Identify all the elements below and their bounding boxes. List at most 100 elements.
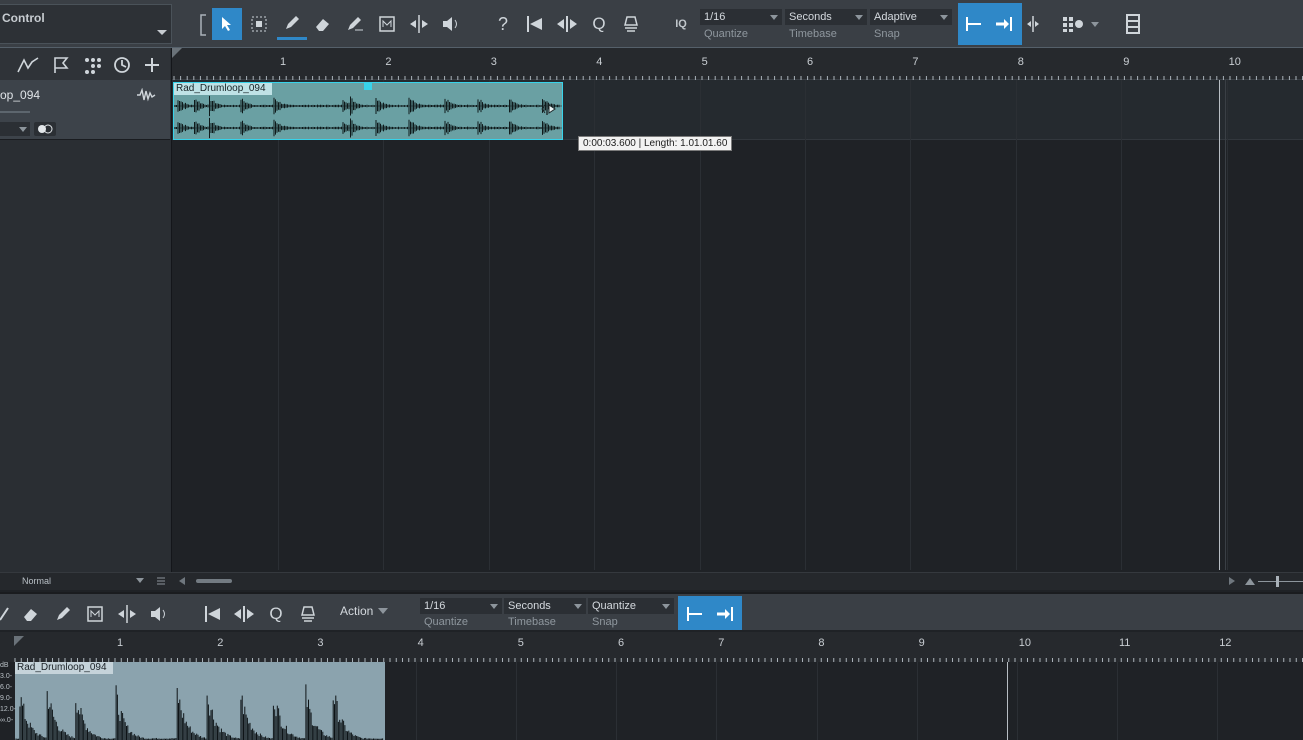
db-scale-label: ∞.0-	[0, 717, 14, 724]
film-strip-icon	[1126, 14, 1140, 34]
split-snap-button[interactable]	[1020, 8, 1046, 40]
ruler-bar-number: 5	[701, 56, 708, 68]
timebase-dropdown[interactable]: Seconds	[785, 9, 867, 25]
mute-box-icon	[87, 606, 103, 622]
menu-lines-icon[interactable]	[156, 576, 166, 586]
snap-to-grid-button[interactable]	[961, 8, 987, 40]
metronome-icon	[301, 606, 315, 622]
editor-mute-button[interactable]	[82, 598, 108, 630]
ruler-bar-number: 6	[807, 56, 814, 68]
editor-quantize-dropdown[interactable]: 1/16	[420, 598, 502, 614]
editor-ruler[interactable]: 1 2 3 4 5 6 7 8 9 10 11 12	[0, 632, 1303, 662]
pencil-icon	[57, 607, 70, 620]
editor-pencil-button[interactable]	[50, 598, 76, 630]
arrange-status-bar: Normal	[0, 572, 1303, 590]
audio-clip[interactable]: Rad_Drumloop_094	[173, 82, 563, 140]
editor-ruler-bar-number: 3	[317, 637, 324, 649]
ruler-bar-number: 4	[596, 56, 603, 68]
tempo-button[interactable]	[618, 8, 644, 40]
control-label: Control	[2, 11, 45, 25]
q-symbol: Q	[269, 604, 283, 623]
editor-transient-button[interactable]	[200, 598, 226, 630]
toggle-icon	[38, 124, 53, 134]
monitor-toggle[interactable]	[34, 122, 56, 136]
arrange-view[interactable]: 1 2 3 4 5 6 7 8 9 10 Rad_Drumloop_094 0:00:03.600…	[172, 48, 1303, 590]
editor-ruler-bar-number: 11	[1119, 637, 1131, 649]
editor-eraser-button[interactable]	[18, 598, 44, 630]
editor-ruler-bar-number: 12	[1219, 637, 1232, 649]
volume-slider[interactable]	[0, 111, 30, 113]
editor-transient-split-button[interactable]	[231, 598, 257, 630]
q-symbol: Q	[592, 14, 606, 33]
zoom-slider-handle[interactable]	[1276, 576, 1279, 587]
editor-ruler-bar-number: 6	[618, 637, 625, 649]
grid-line	[488, 80, 490, 570]
editor-quantize-button[interactable]: Q	[263, 598, 289, 630]
help-button[interactable]: ?	[490, 8, 516, 40]
chevron-down-icon	[157, 30, 167, 35]
editor-clip-title: Rad_Drumloop_094	[15, 662, 113, 674]
pencil-partial-icon[interactable]	[0, 604, 10, 622]
range-tool-button[interactable]	[246, 8, 272, 40]
split-tool-button[interactable]	[406, 8, 432, 40]
scroll-left-icon[interactable]	[178, 577, 186, 585]
arrow-tool-button[interactable]	[212, 8, 242, 40]
editor-snap-grid-button[interactable]	[682, 598, 708, 630]
grid-line	[1015, 80, 1017, 570]
track-header-tools	[0, 48, 170, 80]
editor-ruler-bar-number: 5	[517, 637, 524, 649]
video-button[interactable]	[1120, 8, 1146, 40]
editor-listen-button[interactable]	[146, 598, 172, 630]
draw-tool-button[interactable]	[277, 8, 307, 40]
zoom-slider[interactable]	[1258, 581, 1303, 582]
dot-grid-icon[interactable]	[83, 56, 101, 74]
editor-split-button[interactable]	[114, 598, 140, 630]
control-dropdown[interactable]: Control	[0, 4, 172, 44]
input-dropdown[interactable]	[0, 122, 30, 136]
editor-ruler-bar-number: 2	[217, 637, 224, 649]
iq-button[interactable]: IQ	[668, 8, 694, 40]
editor-timebase-dropdown[interactable]: Seconds	[504, 598, 586, 614]
marker-flag-icon[interactable]	[52, 56, 70, 74]
transient-prev-button[interactable]	[522, 8, 548, 40]
clock-icon[interactable]	[113, 56, 131, 74]
timeline-ruler[interactable]: 1 2 3 4 5 6 7 8 9 10	[172, 48, 1303, 80]
add-track-icon[interactable]	[143, 56, 161, 74]
arrow-right-bar-icon	[996, 17, 1012, 31]
editor-tempo-button[interactable]	[295, 598, 321, 630]
horizontal-scrollbar[interactable]	[196, 579, 232, 583]
snap-dropdown[interactable]: Adaptive	[870, 9, 952, 25]
mute-box-icon	[379, 16, 395, 32]
grid-line	[594, 80, 596, 570]
editor-grid-line	[516, 662, 517, 740]
editor-end-marker	[1007, 662, 1008, 740]
ruler-bar-number: 1	[280, 56, 287, 68]
editor-snap-dropdown[interactable]: Quantize	[588, 598, 674, 614]
eraser-tool-button[interactable]	[310, 8, 336, 40]
help-symbol: ?	[497, 13, 508, 34]
main-toolbar: Control ? Q IQ 1/16 Quantize Seconds Tim…	[0, 0, 1303, 48]
clip-gain-handle[interactable]	[364, 83, 372, 90]
quantize-button[interactable]: Q	[586, 8, 612, 40]
mute-tool-button[interactable]	[374, 8, 400, 40]
quantize-dropdown[interactable]: 1/16	[700, 9, 782, 25]
clip-title: Rad_Drumloop_094	[174, 83, 272, 95]
track-header[interactable]: op_094	[0, 80, 170, 140]
snap-to-events-button[interactable]	[991, 8, 1017, 40]
editor-audio-clip[interactable]: Rad_Drumloop_094	[15, 662, 385, 740]
transient-split-button[interactable]	[554, 8, 580, 40]
listen-tool-button[interactable]	[438, 8, 464, 40]
chevron-down-icon[interactable]	[136, 578, 144, 584]
scroll-right-icon[interactable]	[1228, 577, 1236, 585]
layout-button[interactable]	[1060, 8, 1100, 40]
zoom-up-icon[interactable]	[1245, 577, 1255, 585]
editor-snap-events-button[interactable]	[712, 598, 738, 630]
snap-grid-icon	[966, 17, 981, 31]
automation-icon[interactable]	[16, 56, 40, 74]
editor-grid-line	[1117, 662, 1119, 740]
track-mode-label[interactable]: Normal	[22, 576, 51, 586]
ruler-corner-icon	[14, 636, 24, 646]
paint-tool-button[interactable]	[342, 8, 368, 40]
speaker-icon	[151, 607, 165, 621]
action-menu[interactable]: Action	[340, 604, 389, 620]
